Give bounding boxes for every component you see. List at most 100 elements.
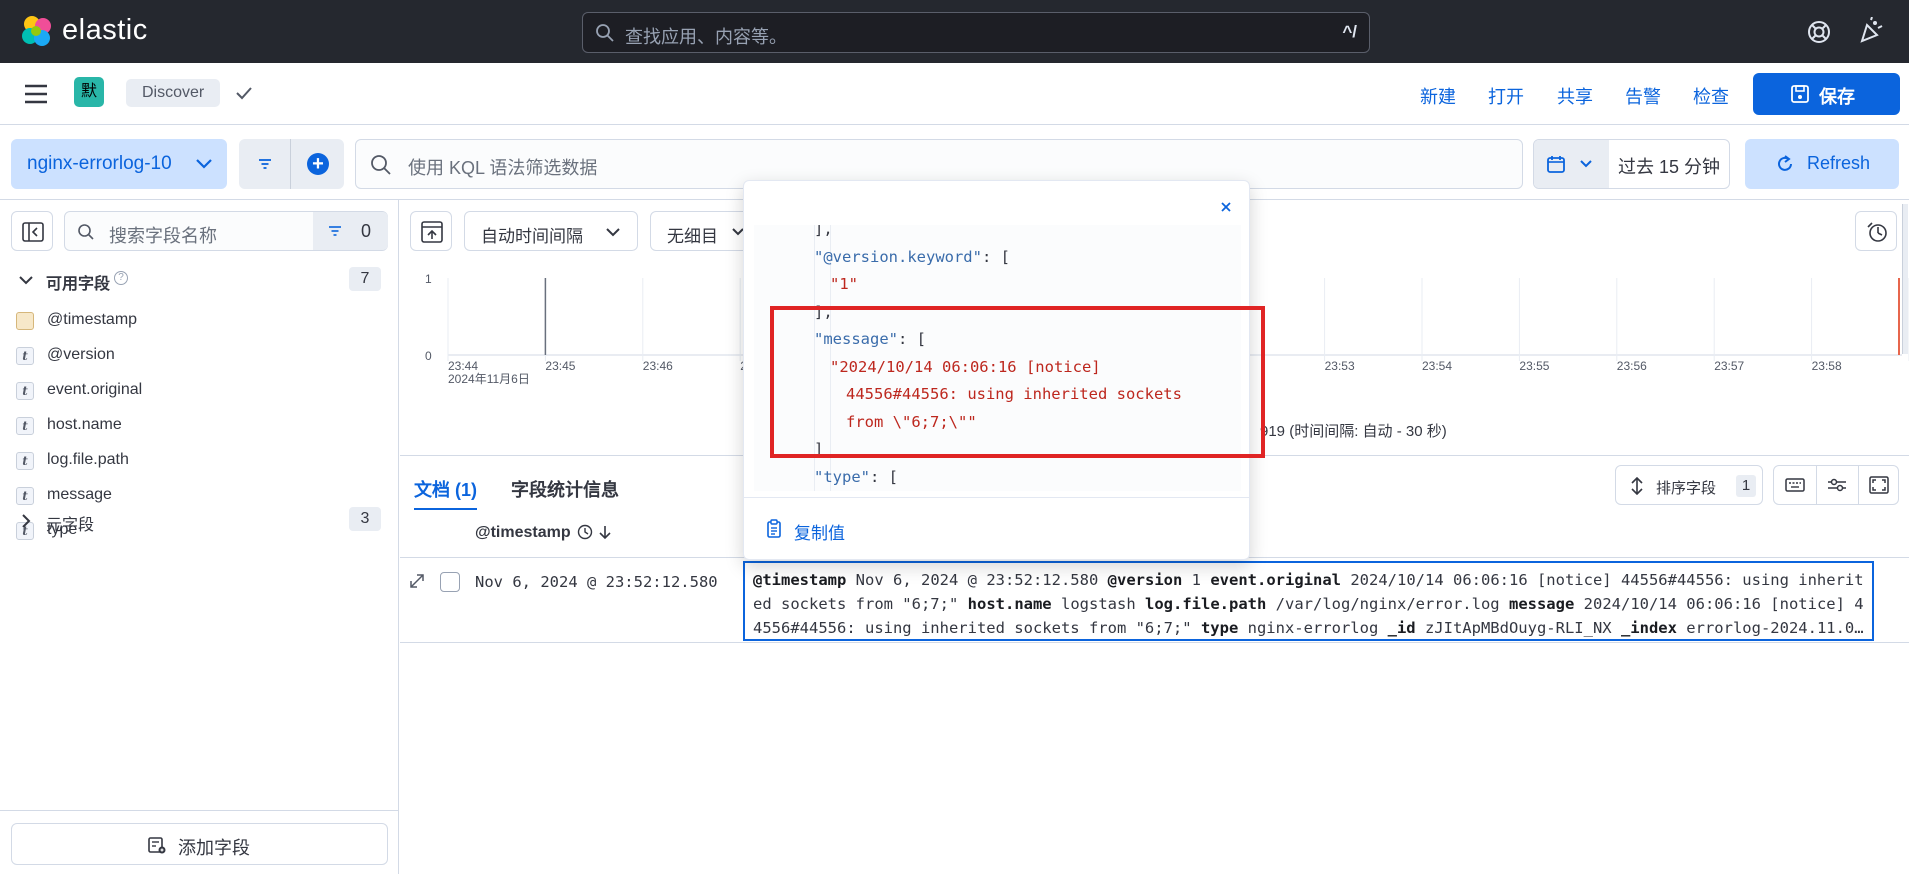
chevron-down-icon xyxy=(1580,160,1592,168)
x-axis-date-label: 2024年11月6日 xyxy=(448,372,530,385)
divider xyxy=(0,810,399,811)
json-line: "1" xyxy=(830,274,858,294)
save-icon xyxy=(1791,85,1809,103)
clock-icon xyxy=(577,524,592,540)
chevron-down-icon xyxy=(606,228,620,237)
refresh-button[interactable]: Refresh xyxy=(1745,139,1899,189)
sort-fields-count: 1 xyxy=(1736,475,1756,497)
global-header: elastic 查找应用、内容等。 ^/ xyxy=(0,0,1909,63)
chart-options-icon xyxy=(1867,222,1887,242)
json-token: "type" xyxy=(814,467,870,486)
row-timestamp[interactable]: Nov 6, 2024 @ 23:52:12.580 xyxy=(475,573,718,591)
chart-scrollbar[interactable] xyxy=(1902,204,1908,354)
data-view-selector[interactable]: nginx-errorlog-10 xyxy=(11,139,227,189)
available-fields-label: 可用字段 xyxy=(46,276,111,293)
field-search-input[interactable]: 搜索字段名称 0 xyxy=(64,211,388,251)
kql-placeholder: 使用 KQL 语法筛选数据 xyxy=(408,158,598,178)
expand-document-icon[interactable] xyxy=(408,572,426,590)
filter-controls: + xyxy=(239,139,344,189)
field-search-placeholder: 搜索字段名称 xyxy=(109,226,217,246)
app-header: 默 Discover 新建 打开 共享 告警 检查 保存 xyxy=(0,63,1909,125)
share-button[interactable]: 共享 xyxy=(1557,83,1593,109)
sort-fields-label: 排序字段 xyxy=(1656,480,1717,497)
field-item[interactable]: t message xyxy=(16,485,376,509)
keyboard-shortcuts-button[interactable] xyxy=(1774,466,1816,504)
fullscreen-icon xyxy=(1869,476,1889,494)
sort-descending-icon[interactable] xyxy=(597,524,613,540)
x-tick-label: 23:57 xyxy=(1714,359,1744,373)
json-punctuation: : [ xyxy=(870,467,898,486)
doc-field-value: nginx-errorlog xyxy=(1247,619,1379,637)
display-settings-button[interactable] xyxy=(1816,466,1858,504)
field-item[interactable]: t log.file.path xyxy=(16,450,376,474)
x-tick-label: 23:46 xyxy=(643,359,673,373)
row-select-checkbox[interactable] xyxy=(440,572,460,592)
news-icon[interactable] xyxy=(1857,17,1883,45)
doc-field-key: message xyxy=(1508,595,1575,613)
doc-field-value: errorlog-2024.11.0… xyxy=(1686,619,1864,637)
copy-clipboard-icon xyxy=(767,519,781,538)
field-name: host.name xyxy=(47,416,122,433)
highlight-annotation-box xyxy=(770,306,1265,458)
alerts-button[interactable]: 告警 xyxy=(1625,83,1661,109)
sort-fields-button[interactable]: 排序字段 1 xyxy=(1615,465,1763,505)
close-icon[interactable] xyxy=(1216,197,1236,217)
keyboard-shortcut-hint: ^/ xyxy=(1342,22,1357,41)
y-tick-label: 1 xyxy=(425,272,432,286)
elastic-logo-icon[interactable] xyxy=(20,14,54,48)
json-line: "@version.keyword": [ xyxy=(814,247,1010,267)
json-line: "type": [ xyxy=(814,467,898,487)
hide-chart-button[interactable] xyxy=(410,211,452,251)
chart-options-button[interactable] xyxy=(1855,211,1897,251)
meta-fields-label: 元字段 xyxy=(46,517,95,534)
json-token: "@version.keyword" xyxy=(814,247,982,266)
document-summary-cell[interactable]: @timestamp Nov 6, 2024 @ 23:52:12.580 @v… xyxy=(743,561,1874,641)
add-field-button[interactable]: 添加字段 xyxy=(11,823,388,865)
field-item[interactable]: t event.original xyxy=(16,380,376,404)
global-search-input[interactable]: 查找应用、内容等。 ^/ xyxy=(582,12,1370,53)
x-tick-label: 23:55 xyxy=(1519,359,1549,373)
field-name: log.file.path xyxy=(47,451,129,468)
breakdown-label: 无细目 xyxy=(667,227,718,246)
column-header-timestamp[interactable]: @timestamp xyxy=(475,524,613,542)
field-name: @timestamp xyxy=(47,311,138,328)
x-tick-label: 23:45 xyxy=(545,359,575,373)
collapse-sidebar-button[interactable] xyxy=(11,211,53,251)
add-filter-icon[interactable]: + xyxy=(307,153,329,175)
date-picker[interactable]: 过去 15 分钟 xyxy=(1533,139,1730,189)
column-header-label: @timestamp xyxy=(475,524,571,541)
help-icon: ? xyxy=(114,271,128,285)
tab-field-statistics[interactable]: 字段统计信息 xyxy=(511,476,619,502)
fullscreen-button[interactable] xyxy=(1858,466,1900,504)
tab-documents[interactable]: 文档 (1) xyxy=(414,476,477,510)
grid-toolbar xyxy=(1773,465,1899,505)
save-button[interactable]: 保存 xyxy=(1753,73,1900,115)
meta-fields-count: 3 xyxy=(349,507,381,531)
filter-icon[interactable] xyxy=(256,155,274,173)
save-label: 保存 xyxy=(1819,87,1855,107)
field-type-filter-button[interactable]: 0 xyxy=(313,212,388,250)
open-button[interactable]: 打开 xyxy=(1488,83,1524,109)
help-icon[interactable] xyxy=(1806,19,1832,45)
json-token: ], xyxy=(814,225,833,238)
chart-summary: 919 (时间间隔: 自动 - 30 秒) xyxy=(1260,423,1447,440)
space-avatar[interactable]: 默 xyxy=(74,77,104,107)
refresh-label: Refresh xyxy=(1807,153,1871,173)
hamburger-menu-icon[interactable] xyxy=(24,83,48,105)
field-item[interactable]: @timestamp xyxy=(16,310,376,334)
field-item[interactable]: t host.name xyxy=(16,415,376,439)
json-line: ], xyxy=(814,225,833,239)
chevron-down-icon xyxy=(196,159,212,169)
quick-menu-button[interactable] xyxy=(1534,140,1609,188)
new-button[interactable]: 新建 xyxy=(1420,83,1456,109)
search-icon xyxy=(596,24,614,42)
brand-name[interactable]: elastic xyxy=(62,14,148,47)
collapse-icon xyxy=(22,222,44,242)
divider xyxy=(744,497,1249,498)
breadcrumb-discover[interactable]: Discover xyxy=(126,79,221,107)
doc-field-key: @timestamp xyxy=(753,571,847,589)
interval-selector[interactable]: 自动时间间隔 xyxy=(464,211,638,251)
chart-toggle-icon xyxy=(421,221,443,243)
field-item[interactable]: t @version xyxy=(16,345,376,369)
inspect-button[interactable]: 检查 xyxy=(1693,83,1729,109)
